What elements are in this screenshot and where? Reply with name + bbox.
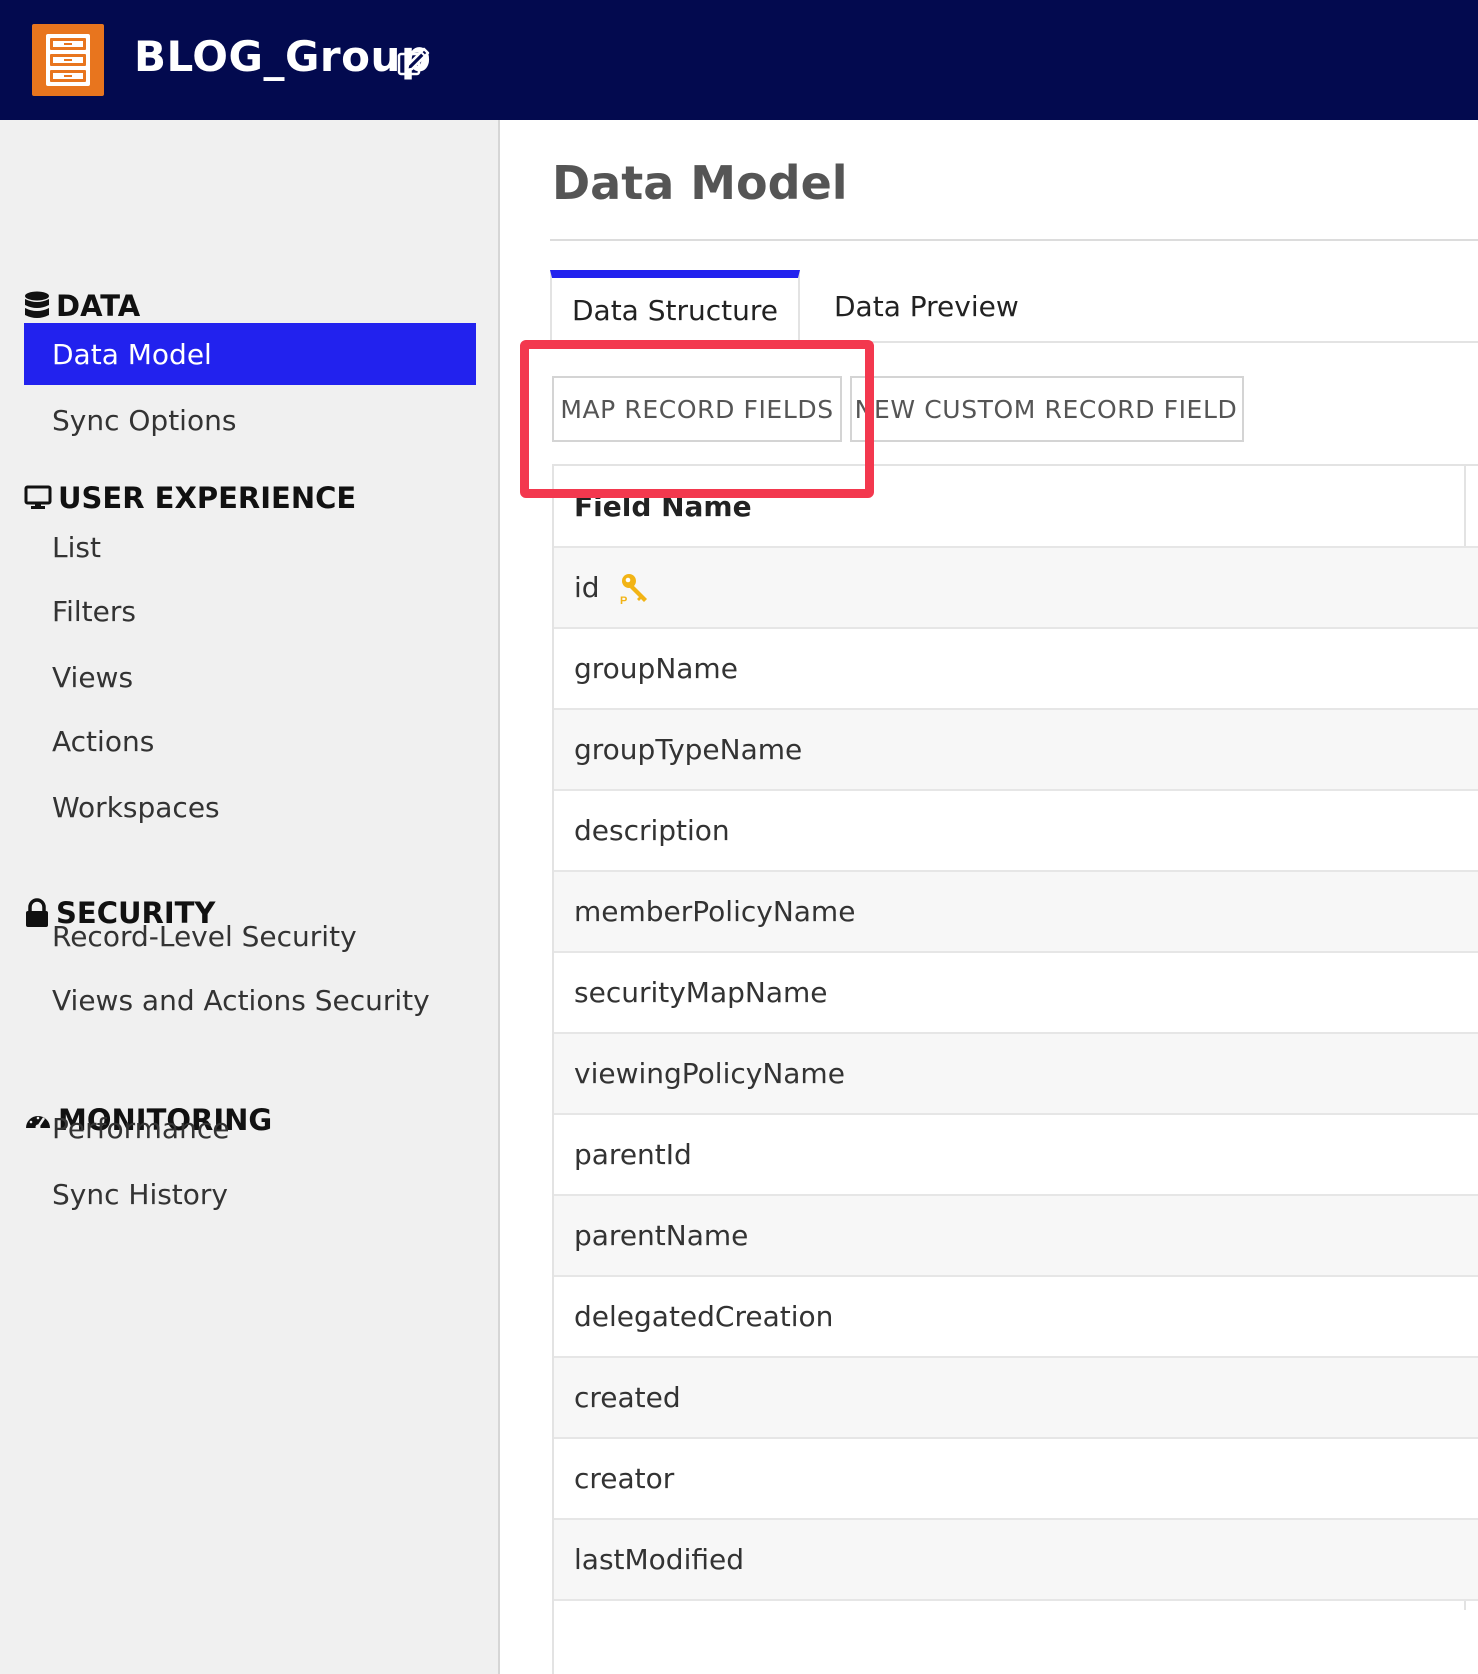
section-user-experience-title: USER EXPERIENCE	[58, 481, 357, 515]
table-row[interactable]: id P	[554, 546, 1478, 627]
table-row[interactable]: memberPolicyName	[554, 870, 1478, 951]
app-header: BLOG_Group	[0, 0, 1478, 120]
monitor-icon	[24, 485, 52, 509]
table-row[interactable]: groupName	[554, 627, 1478, 708]
table-row[interactable]: lastModified	[554, 1518, 1478, 1601]
table-row[interactable]: groupTypeName	[554, 708, 1478, 789]
field-name: creator	[574, 1462, 675, 1495]
table-row[interactable]: securityMapName	[554, 951, 1478, 1032]
table-row[interactable]: creator	[554, 1437, 1478, 1518]
sidebar-item-views-actions-security[interactable]: Views and Actions Security	[24, 969, 476, 1031]
file-cabinet-icon	[32, 24, 104, 96]
sidebar-item-views[interactable]: Views	[24, 646, 476, 708]
new-custom-record-field-label: NEW CUSTOM RECORD FIELD	[854, 394, 1238, 424]
sidebar-item-sync-options[interactable]: Sync Options	[24, 389, 476, 451]
field-name: lastModified	[574, 1543, 744, 1576]
section-data: DATA	[24, 286, 140, 326]
field-name: parentName	[574, 1219, 749, 1252]
database-icon	[25, 291, 49, 318]
section-user-experience: USER EXPERIENCE	[24, 478, 356, 518]
main-content: Data Model Data Structure Data Preview M…	[502, 120, 1478, 1674]
field-name: parentId	[574, 1138, 692, 1171]
table-row[interactable]: parentId	[554, 1113, 1478, 1194]
tab-data-preview[interactable]: Data Preview	[834, 270, 1019, 342]
field-name: memberPolicyName	[574, 895, 856, 928]
page-title: Data Model	[552, 156, 848, 210]
sidebar-item-data-model[interactable]: Data Model	[24, 323, 476, 385]
sidebar-item-performance[interactable]: Performance	[24, 1097, 476, 1159]
field-name: groupTypeName	[574, 733, 803, 766]
sidebar-item-filters[interactable]: Filters	[24, 580, 476, 642]
sidebar-item-list[interactable]: List	[24, 516, 476, 578]
app-title: BLOG_Group	[134, 32, 432, 81]
title-divider	[550, 239, 1478, 241]
table-row[interactable]: created	[554, 1356, 1478, 1437]
field-name: description	[574, 814, 730, 847]
table-row[interactable]: viewingPolicyName	[554, 1032, 1478, 1113]
field-name: securityMapName	[574, 976, 828, 1009]
table-header-field-name: Field Name	[574, 489, 752, 523]
sidebar-item-actions[interactable]: Actions	[24, 710, 476, 772]
field-name: groupName	[574, 652, 738, 685]
table-row[interactable]: description	[554, 789, 1478, 870]
sidebar-item-record-level-security[interactable]: Record-Level Security	[24, 905, 476, 967]
field-table: Field Name id P groupName groupTypeName …	[552, 464, 1478, 1674]
field-name: id	[574, 571, 600, 604]
map-record-fields-button[interactable]: MAP RECORD FIELDS	[552, 376, 842, 442]
field-name: viewingPolicyName	[574, 1057, 845, 1090]
sidebar: DATA Data Model Sync Options USER EXPERI…	[0, 120, 500, 1674]
field-name: created	[574, 1381, 681, 1414]
table-row[interactable]: parentName	[554, 1194, 1478, 1275]
field-name: delegatedCreation	[574, 1300, 834, 1333]
primary-key-icon: P	[620, 573, 647, 605]
edit-external-icon[interactable]	[396, 44, 432, 78]
sidebar-item-sync-history[interactable]: Sync History	[24, 1163, 476, 1225]
section-data-title: DATA	[56, 289, 141, 323]
new-custom-record-field-button[interactable]: NEW CUSTOM RECORD FIELD	[850, 376, 1244, 442]
sidebar-item-workspaces[interactable]: Workspaces	[24, 776, 476, 838]
table-row[interactable]: delegatedCreation	[554, 1275, 1478, 1356]
tab-data-structure[interactable]: Data Structure	[550, 270, 800, 343]
svg-text:P: P	[620, 595, 627, 605]
